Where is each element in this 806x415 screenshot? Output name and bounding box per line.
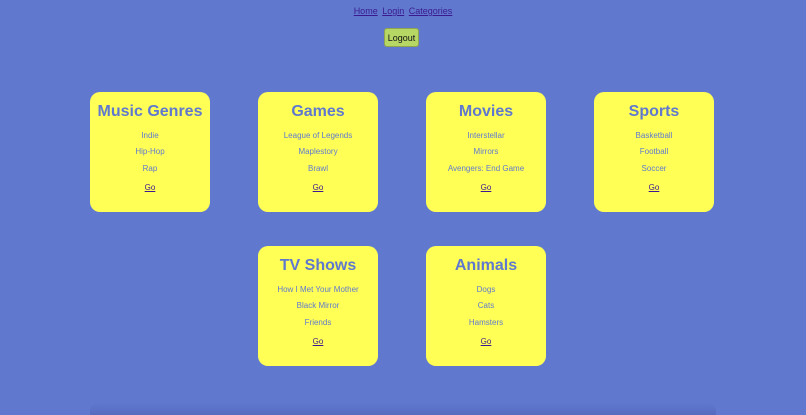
nav-link-login[interactable]: Login [382,6,404,16]
list-item: Brawl [307,163,328,173]
list-item: How I Met Your Mother [277,285,359,294]
list-item: Indie [141,131,159,140]
category-card-animals: Animals Dogs Cats Hamsters Go [426,246,546,366]
go-link-tv-shows[interactable]: Go [313,334,324,350]
top-nav: Home Login Categories [0,6,806,16]
go-link-sports[interactable]: Go [649,180,660,196]
bottom-shadow [90,403,716,415]
list-item: Maplestory [298,147,338,157]
card-item-list: Indie Hip-Hop Rap [90,128,210,177]
list-item: Black Mirror [296,301,340,311]
nav-link-categories[interactable]: Categories [409,6,453,16]
list-item: Football [639,147,669,157]
list-item: Cats [477,301,495,311]
go-link-movies[interactable]: Go [481,180,492,196]
category-card-sports: Sports Basketball Football Soccer Go [594,92,714,212]
card-item-list: Dogs Cats Hamsters [426,282,546,331]
card-title: Movies [458,103,514,120]
card-item-list: How I Met Your Mother Black Mirror Frien… [258,282,378,331]
list-item: Rap [142,163,158,173]
category-card-music-genres: Music Genres Indie Hip-Hop Rap Go [90,92,210,212]
list-item: League of Legends [283,131,353,140]
list-item: Avengers: End Game [447,163,525,173]
card-item-list: Basketball Football Soccer [594,128,714,177]
nav-link-home[interactable]: Home [354,6,378,16]
category-card-games: Games League of Legends Maplestory Brawl… [258,92,378,212]
list-item: Interstellar [467,131,505,140]
logout-button[interactable]: Logout [384,28,419,47]
card-item-list: Interstellar Mirrors Avengers: End Game [426,128,546,177]
list-item: Hip-Hop [135,147,165,157]
go-link-games[interactable]: Go [313,180,324,196]
list-item: Hamsters [468,317,504,327]
list-item: Basketball [635,131,673,140]
list-item: Mirrors [473,147,499,157]
list-item: Soccer [641,163,667,173]
category-card-tv-shows: TV Shows How I Met Your Mother Black Mir… [258,246,378,366]
card-item-list: League of Legends Maplestory Brawl [258,128,378,177]
card-title: Music Genres [97,103,203,120]
category-card-movies: Movies Interstellar Mirrors Avengers: En… [426,92,546,212]
list-item: Dogs [476,285,496,294]
card-title: Sports [628,103,680,120]
go-link-music-genres[interactable]: Go [145,180,156,196]
go-link-animals[interactable]: Go [481,334,492,350]
card-title: TV Shows [279,257,357,274]
list-item: Friends [304,317,332,327]
card-title: Animals [454,257,518,274]
card-title: Games [291,103,345,120]
